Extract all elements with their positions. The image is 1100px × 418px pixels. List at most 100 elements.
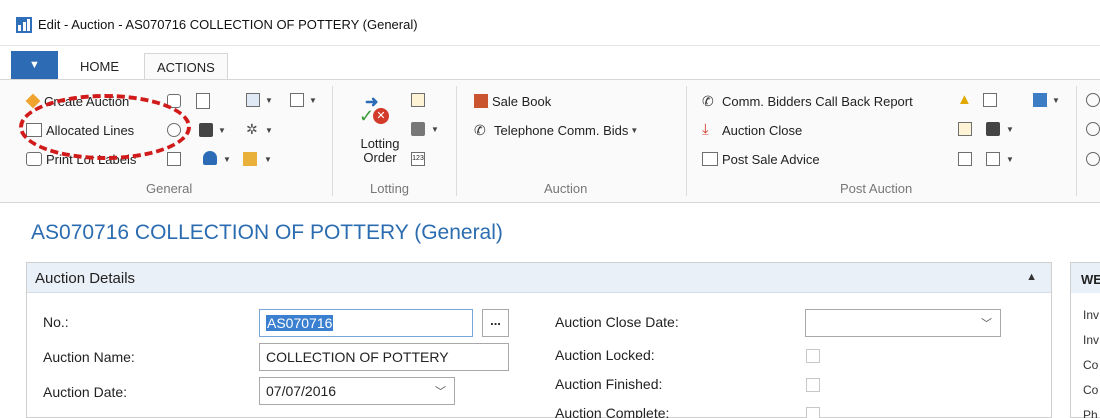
auction-name-field[interactable]: COLLECTION OF POTTERY [259,343,509,371]
ribbon: Create Auction Allocated Lines Print Lot… [0,79,1100,203]
post-sale-advice-label: Post Sale Advice [722,151,820,167]
factbox-panel: WE Inv Inv Co Co Ph [1070,262,1100,418]
chevron-down-icon[interactable]: ▼ [218,126,226,135]
group-separator [456,86,457,196]
group-separator [332,86,333,196]
book-icon [474,94,488,108]
group-separator [1076,86,1077,196]
cancel-icon: ✕ [373,108,389,124]
document-icon[interactable] [196,93,210,109]
factbox-header[interactable]: WE [1071,263,1100,293]
group-separator [686,86,687,196]
comm-bidders-call-back-report-button[interactable]: ✆ Comm. Bidders Call Back Report [702,90,913,112]
copy-icon[interactable] [167,152,181,166]
page-title: AS070716 COLLECTION OF POTTERY (General) [31,221,503,244]
window-title-bar: Edit - Auction - AS070716 COLLECTION OF … [0,0,1100,46]
report-icon [702,152,718,166]
card-icon[interactable] [167,94,181,108]
chevron-down-icon[interactable]: ▼ [265,96,273,105]
ribbon-group-auction: Sale Book ✆ Telephone Comm. Bids ▼ Aucti… [458,80,684,202]
auction-date-value: 07/07/2016 [266,383,337,399]
factbox-title: WE [1081,272,1100,287]
coins-icon[interactable] [243,152,257,166]
auction-name-label: Auction Name: [43,349,135,365]
print-lot-labels-label: Print Lot Labels [46,151,137,167]
auction-date-label: Auction Date: [43,384,128,400]
auction-complete-label: Auction Complete: [555,405,670,418]
telephone-comm-bids-button[interactable]: ✆ Telephone Comm. Bids ▼ [474,119,638,141]
app-menu-button[interactable]: ▼ [11,51,58,81]
group-label-auction: Auction [544,181,588,196]
chevron-down-icon[interactable]: ▼ [309,96,317,105]
create-auction-button[interactable]: Create Auction [25,90,129,112]
chevron-down-icon[interactable]: ▼ [265,126,273,135]
phone-icon: ✆ [702,93,714,109]
chevron-down-icon[interactable]: ▼ [264,155,272,164]
no-label: No.: [43,314,69,330]
auction-locked-checkbox[interactable] [806,349,820,363]
doc-send-icon[interactable] [958,152,972,166]
page-icon[interactable] [986,152,1000,166]
warning-icon[interactable]: ▲ [957,92,972,107]
auction-details-fasttab: Auction Details ▲ No.: AS070716 ... Auct… [26,262,1052,418]
sale-book-button[interactable]: Sale Book [474,90,551,112]
factbox-line: Co [1083,383,1099,397]
tag-icon[interactable] [411,93,425,107]
person-icon[interactable] [203,151,217,165]
auction-complete-checkbox[interactable] [806,407,820,418]
chevron-down-icon[interactable]: ▼ [1052,96,1060,105]
print-lot-labels-button[interactable]: Print Lot Labels [26,148,136,170]
chart-icon[interactable] [1033,93,1047,107]
sparkle-icon [25,93,41,109]
chevron-down-icon[interactable]: ▼ [431,125,439,134]
label-icon [26,152,42,166]
lines-arrow-icon [26,123,42,137]
check-icon: ✓ [359,106,375,126]
group-label-post-auction: Post Auction [840,181,913,196]
chevron-down-icon: ▼ [630,125,639,135]
auction-close-date-field[interactable]: ﹀ [805,309,1001,337]
export-icon[interactable] [958,122,972,136]
no-value: AS070716 [266,315,334,331]
post-sale-advice-button[interactable]: Post Sale Advice [702,148,820,170]
phone-icon: ✆ [474,122,486,138]
sort-icon[interactable] [411,122,425,136]
telephone-comm-bids-label: Telephone Comm. Bids [494,122,629,138]
blank-page-icon[interactable] [290,93,304,107]
allocated-lines-button[interactable]: Allocated Lines [26,119,134,141]
fasttab-header[interactable]: Auction Details ▲ [27,263,1051,293]
chevron-down-icon[interactable]: ▼ [1006,125,1014,134]
factbox-line: Inv [1083,308,1100,322]
no-field[interactable]: AS070716 [259,309,473,337]
sale-book-label: Sale Book [492,93,552,109]
auction-date-field[interactable]: 07/07/2016 ﹀ [259,377,455,405]
ribbon-tabs: ▼ HOME ACTIONS [0,47,1100,83]
factbox-line: Ph [1083,408,1098,418]
chevron-down-icon[interactable]: ▼ [1006,155,1014,164]
chevron-down-icon[interactable]: ▼ [223,155,231,164]
doc-check-icon[interactable] [983,93,997,107]
auction-finished-checkbox[interactable] [806,378,820,392]
numbering-icon[interactable]: 123 [411,152,425,166]
lotting-order-button[interactable]: ➜ ✓ ✕ [357,92,397,126]
factbox-line: Inv [1083,333,1100,347]
globe-icon[interactable] [1086,93,1100,107]
auction-close-date-label: Auction Close Date: [555,314,679,330]
chevron-down-icon: ﹀ [981,318,992,330]
gear-icon[interactable]: ✲ [246,122,260,136]
picture-icon[interactable] [246,93,260,107]
printer-icon[interactable] [199,123,213,137]
lookup-ellipsis-button[interactable]: ... [482,309,509,337]
group-label-lotting: Lotting [370,181,410,196]
globe-icon[interactable] [1086,152,1100,166]
chevron-up-icon[interactable]: ▲ [1026,271,1037,283]
window-title: Edit - Auction - AS070716 COLLECTION OF … [38,17,418,32]
download-arrow-icon: ⤓ [702,121,709,138]
find-icon[interactable] [167,123,181,137]
tab-home[interactable]: HOME [68,53,131,81]
lotting-order-label: Lotting Order [360,136,400,165]
globe-icon[interactable] [1086,122,1100,136]
factbox-line: Co [1083,358,1099,372]
printer-icon[interactable] [986,122,1000,136]
auction-close-button[interactable]: ⤓ Auction Close [702,119,802,141]
